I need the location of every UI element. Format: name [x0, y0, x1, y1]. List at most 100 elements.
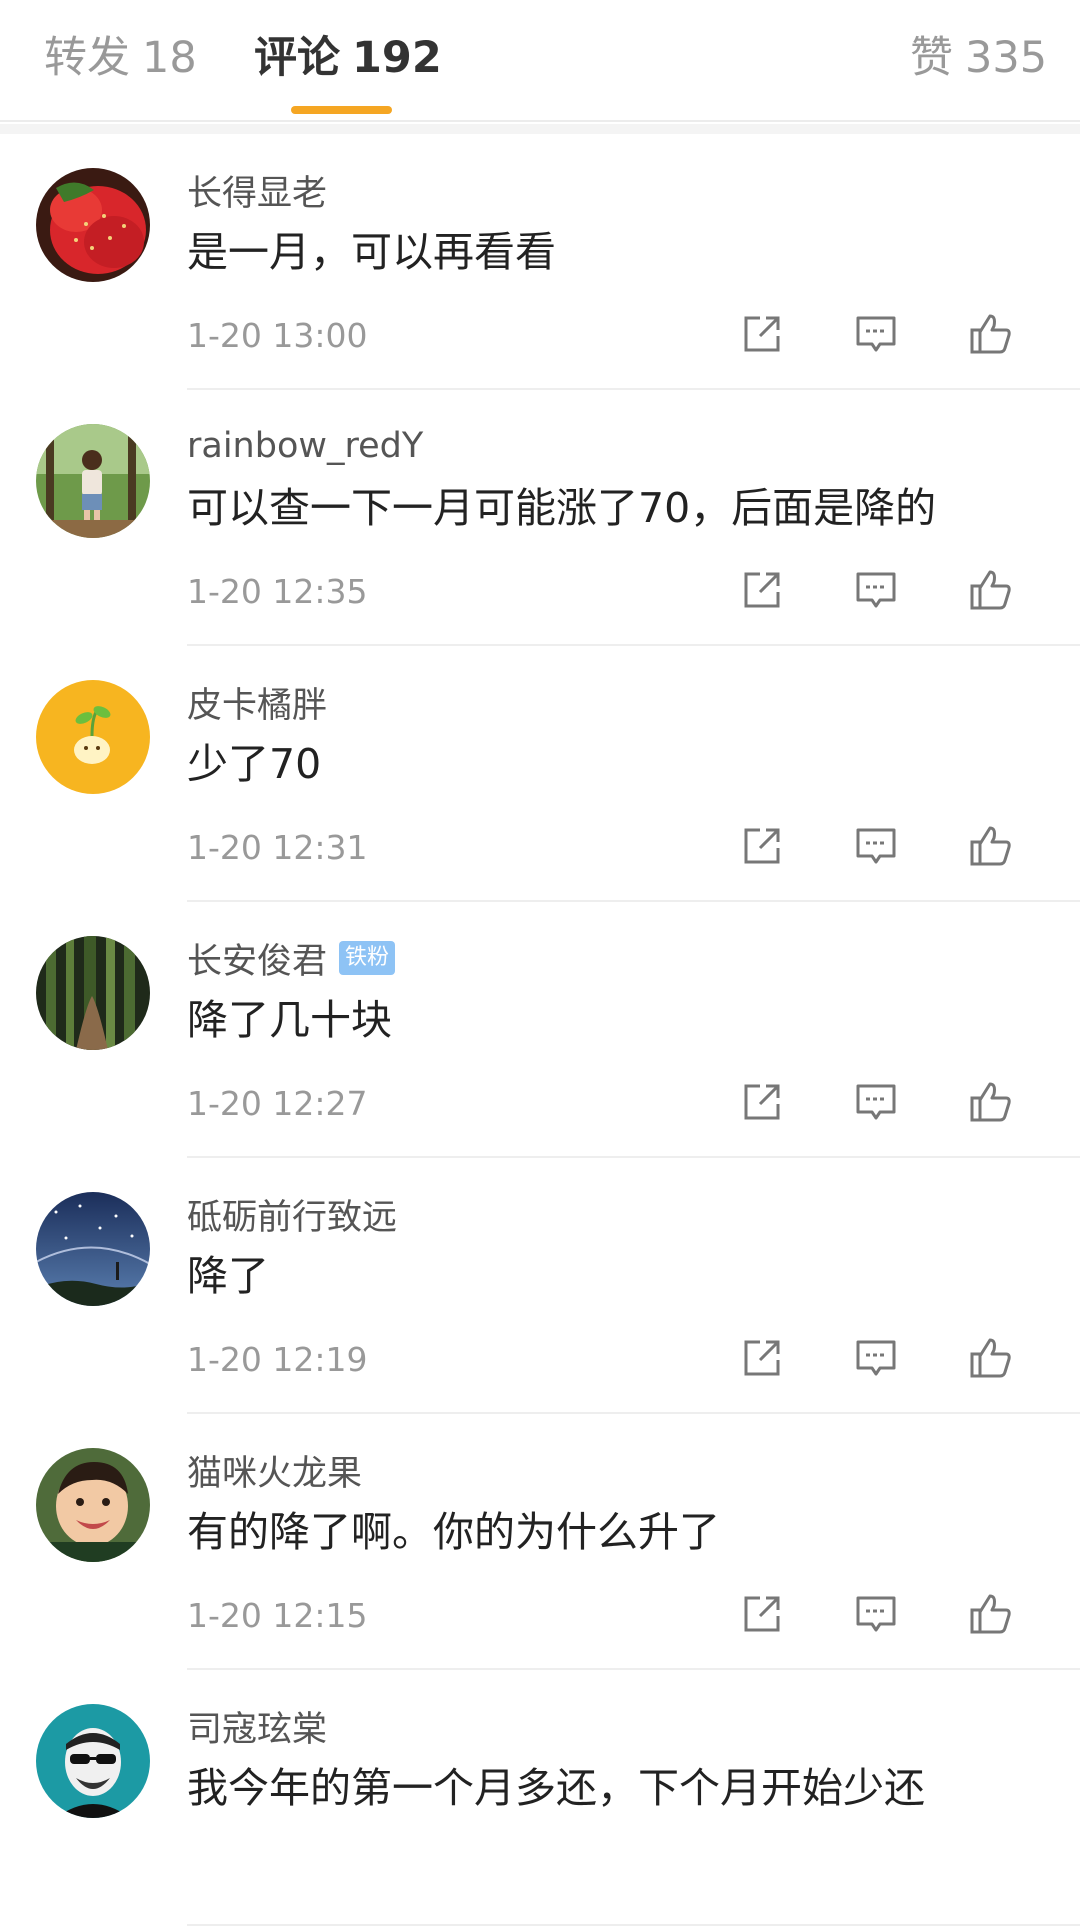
like-button[interactable] [966, 566, 1014, 614]
reply-button[interactable] [852, 310, 900, 358]
avatar[interactable] [36, 1192, 150, 1306]
avatar[interactable] [36, 936, 150, 1050]
thumbs-up-icon [970, 1082, 1011, 1122]
reply-button[interactable] [852, 1078, 900, 1126]
bamboo-forest-avatar-image [36, 936, 150, 1050]
comment-author-row: 猫咪火龙果 [187, 1444, 362, 1496]
comment-author[interactable]: 皮卡橘胖 [187, 677, 327, 728]
comment-text: 降了几十块 [187, 996, 392, 1044]
comment-item: 长安俊君 铁粉 降了几十块 1-20 12:27 [0, 902, 1080, 1158]
repost-button[interactable] [738, 1590, 786, 1638]
comment-item: 猫咪火龙果 有的降了啊。你的为什么升了 1-20 12:15 [0, 1414, 1080, 1670]
man-sunglasses-avatar-image [36, 1704, 150, 1818]
avatar[interactable] [36, 1448, 150, 1562]
comment-icon [856, 828, 896, 864]
comment-actions [738, 310, 1038, 362]
avatar[interactable] [36, 1704, 150, 1818]
repost-icon [744, 1596, 780, 1632]
like-button[interactable] [966, 1078, 1014, 1126]
yellow-sprout-avatar-image [36, 680, 150, 794]
comment-actions [738, 822, 1038, 874]
comment-time: 1-20 13:00 [187, 316, 368, 355]
like-button[interactable] [966, 310, 1014, 358]
comment-time: 1-20 12:19 [187, 1340, 368, 1379]
reply-button[interactable] [852, 1334, 900, 1382]
active-tab-indicator [291, 106, 392, 114]
comment-text: 是一月，可以再看看 [187, 228, 556, 276]
comment-icon [856, 1596, 896, 1632]
tab-comments[interactable]: 评论 192 [254, 28, 442, 88]
avatar[interactable] [36, 168, 150, 282]
comment-author[interactable]: 长得显老 [187, 165, 327, 216]
repost-button[interactable] [738, 1078, 786, 1126]
tab-reposts[interactable]: 转发 18 [44, 28, 197, 88]
reply-button[interactable] [852, 566, 900, 614]
thumbs-up-icon [970, 1594, 1011, 1634]
comment-icon [856, 1340, 896, 1376]
repost-button[interactable] [738, 822, 786, 870]
comment-icon [856, 572, 896, 608]
comment-author[interactable]: 猫咪火龙果 [187, 1445, 362, 1496]
girl-in-forest-avatar-image [36, 424, 150, 538]
comment-icon [856, 1084, 896, 1120]
starry-sky-avatar-image [36, 1192, 150, 1306]
comment-author[interactable]: 砥砺前行致远 [187, 1189, 397, 1240]
thumbs-up-icon [970, 570, 1011, 610]
like-button[interactable] [966, 1334, 1014, 1382]
thumbs-up-icon [970, 314, 1011, 354]
comment-time: 1-20 12:35 [187, 572, 368, 611]
like-button[interactable] [966, 1590, 1014, 1638]
tab-likes-label: 赞 [910, 33, 953, 83]
comment-time: 1-20 12:31 [187, 828, 368, 867]
avatar[interactable] [36, 680, 150, 794]
repost-icon [744, 316, 780, 352]
tab-comments-label: 评论 [254, 33, 340, 83]
comment-author-row: 砥砺前行致远 [187, 1188, 397, 1240]
fan-badge: 铁粉 [339, 941, 396, 975]
comment-item: rainbow_redY 可以查一下一月可能涨了70，后面是降的 1-20 12… [0, 390, 1080, 646]
repost-icon [744, 828, 780, 864]
comment-text: 可以查一下一月可能涨了70，后面是降的 [187, 484, 937, 532]
comment-actions [738, 1334, 1038, 1386]
tab-reposts-count: 18 [142, 33, 197, 83]
reply-button[interactable] [852, 1590, 900, 1638]
like-button[interactable] [966, 822, 1014, 870]
thumbs-up-icon [970, 1338, 1011, 1378]
repost-icon [744, 1084, 780, 1120]
reply-button[interactable] [852, 822, 900, 870]
comment-text: 我今年的第一个月多还，下个月开始少还 [187, 1764, 925, 1812]
thumbs-up-icon [970, 826, 1011, 866]
repost-icon [744, 572, 780, 608]
comment-text: 少了70 [187, 740, 322, 788]
strawberry-avatar-image [36, 168, 150, 282]
comment-author[interactable]: rainbow_redY [187, 426, 423, 466]
comment-item: 皮卡橘胖 少了70 1-20 12:31 [0, 646, 1080, 902]
tab-bar: 转发 18 评论 192 赞 335 [0, 0, 1080, 122]
comment-author[interactable]: 长安俊君 [187, 933, 327, 984]
smiling-child-avatar-image [36, 1448, 150, 1562]
comment-author-row: 长得显老 [187, 164, 327, 216]
comment-icon [856, 316, 896, 352]
tab-likes-count: 335 [965, 33, 1048, 83]
repost-icon [744, 1340, 780, 1376]
comment-author[interactable]: 司寇玹棠 [187, 1701, 327, 1752]
repost-button[interactable] [738, 310, 786, 358]
comment-item: 司寇玹棠 我今年的第一个月多还，下个月开始少还 [0, 1670, 1080, 1926]
comment-item: 长得显老 是一月，可以再看看 1-20 13:00 [0, 134, 1080, 390]
tab-likes[interactable]: 赞 335 [910, 28, 1047, 88]
tab-divider [0, 124, 1080, 134]
comment-actions [738, 1078, 1038, 1130]
comment-author-row: 皮卡橘胖 [187, 676, 327, 728]
comment-actions [738, 1590, 1038, 1642]
repost-button[interactable] [738, 566, 786, 614]
comment-text: 降了 [187, 1252, 269, 1300]
repost-button[interactable] [738, 1334, 786, 1382]
comment-author-row: 长安俊君 铁粉 [187, 932, 396, 984]
comment-item: 砥砺前行致远 降了 1-20 12:19 [0, 1158, 1080, 1414]
tab-comments-count: 192 [352, 33, 442, 83]
comment-list: 长得显老 是一月，可以再看看 1-20 13:00 rainbow_redY 可… [0, 134, 1080, 1926]
tab-reposts-label: 转发 [44, 33, 130, 83]
avatar[interactable] [36, 424, 150, 538]
comment-author-row: 司寇玹棠 [187, 1700, 327, 1752]
comment-time: 1-20 12:15 [187, 1596, 368, 1635]
